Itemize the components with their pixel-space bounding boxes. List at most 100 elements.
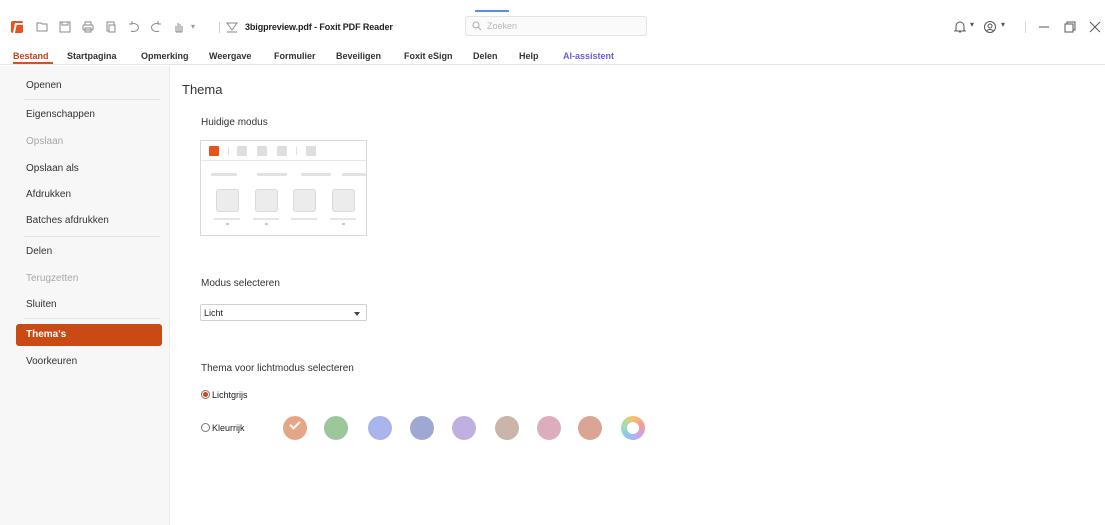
page-title: Thema — [182, 82, 223, 97]
preview-button — [257, 146, 267, 156]
bell-icon[interactable] — [953, 20, 967, 37]
sidebar-item-themas[interactable]: Thema's — [16, 324, 162, 346]
menu-bestand[interactable]: Bestand — [13, 51, 49, 61]
sidebar-item-eigenschappen[interactable]: Eigenschappen — [26, 109, 95, 120]
menu-foxit-esign[interactable]: Foxit eSign — [404, 51, 453, 61]
preview-card — [332, 189, 355, 212]
minimize-icon[interactable] — [1037, 20, 1051, 37]
color-swatch-green[interactable] — [324, 416, 348, 440]
search-accent-bar — [475, 10, 509, 12]
color-swatch-multicolor[interactable] — [621, 416, 645, 440]
sidebar-divider — [24, 99, 160, 100]
sidebar-item-afdrukken[interactable]: Afdrukken — [26, 189, 71, 200]
radio-lichtgrijs-label[interactable]: Lichtgrijs — [212, 390, 248, 400]
close-icon[interactable] — [1088, 20, 1102, 37]
menu-beveiligen[interactable]: Beveiligen — [336, 51, 381, 61]
color-swatch-lavender[interactable] — [452, 416, 476, 440]
print-icon[interactable] — [81, 20, 95, 34]
toolbar-divider — [219, 22, 220, 33]
chevron-down-icon[interactable]: ▾ — [188, 20, 198, 34]
preview-caption — [291, 218, 317, 220]
preview-divider — [296, 147, 297, 155]
title-bar: ▾ 3bigpreview.pdf - Foxit PDF Reader Zoe… — [0, 0, 1105, 46]
preview-chevron-icon — [226, 223, 229, 225]
copy-icon[interactable] — [104, 20, 118, 34]
preview-button — [277, 146, 287, 156]
color-swatch-slate-blue[interactable] — [410, 416, 434, 440]
preview-caption — [214, 218, 240, 220]
restore-icon[interactable] — [1063, 20, 1077, 37]
preview-chevron-icon — [265, 223, 268, 225]
menu-bar: Bestand Startpagina Opmerking Weergave F… — [0, 47, 1105, 65]
preview-line — [361, 173, 366, 176]
backstage-sidebar — [0, 66, 170, 525]
preview-chevron-icon — [342, 223, 345, 225]
menu-help[interactable]: Help — [519, 51, 539, 61]
search-input[interactable]: Zoeken — [465, 16, 647, 36]
preview-toolbar — [201, 141, 366, 161]
mode-select-value: Licht — [204, 308, 224, 318]
search-icon — [472, 21, 482, 34]
active-menu-indicator — [13, 62, 53, 64]
theme-preview — [200, 140, 367, 236]
sidebar-item-terugzetten: Terugzetten — [26, 273, 79, 284]
preview-button — [306, 146, 316, 156]
preview-line — [342, 173, 362, 176]
redo-icon[interactable] — [149, 20, 163, 34]
foxit-logo-icon — [11, 21, 23, 33]
hand-icon[interactable] — [172, 20, 186, 34]
preview-caption — [330, 218, 356, 220]
sidebar-divider — [24, 318, 160, 319]
search-placeholder: Zoeken — [487, 21, 518, 31]
preview-line — [257, 173, 287, 176]
menu-weergave[interactable]: Weergave — [209, 51, 251, 61]
color-swatch-pink[interactable] — [537, 416, 561, 440]
undo-icon[interactable] — [127, 20, 141, 34]
customize-icon[interactable] — [225, 20, 239, 34]
preview-card — [293, 189, 316, 212]
menu-ai-assistent[interactable]: AI-assistent — [563, 51, 614, 61]
chevron-down-icon[interactable]: ▾ — [970, 20, 974, 29]
radio-kleurrijk-label[interactable]: Kleurrijk — [212, 423, 245, 433]
select-mode-label: Modus selecteren — [201, 278, 280, 289]
window-controls-divider — [1025, 22, 1026, 33]
sidebar-item-delen[interactable]: Delen — [26, 246, 52, 257]
sidebar-item-opslaan-als[interactable]: Opslaan als — [26, 163, 79, 174]
sidebar-divider — [24, 236, 160, 237]
preview-line — [211, 173, 237, 176]
sidebar-item-openen[interactable]: Openen — [26, 80, 62, 91]
swatch-center — [627, 422, 639, 434]
radio-kleurrijk[interactable] — [201, 423, 210, 432]
color-swatch-taupe[interactable] — [495, 416, 519, 440]
color-swatch-peach[interactable] — [283, 416, 307, 440]
menu-opmerking[interactable]: Opmerking — [141, 51, 189, 61]
menu-delen[interactable]: Delen — [473, 51, 498, 61]
preview-card — [255, 189, 278, 212]
light-theme-label: Thema voor lichtmodus selecteren — [201, 363, 354, 374]
color-swatch-light-blue[interactable] — [368, 416, 392, 440]
preview-caption — [253, 218, 279, 220]
mode-select[interactable]: Licht — [200, 304, 367, 321]
preview-card — [216, 189, 239, 212]
menu-formulier[interactable]: Formulier — [274, 51, 316, 61]
preview-divider — [228, 147, 229, 155]
sidebar-item-batches-afdrukken[interactable]: Batches afdrukken — [26, 215, 109, 226]
sidebar-item-label: Thema's — [26, 329, 67, 340]
account-icon[interactable] — [983, 20, 997, 37]
radio-lichtgrijs[interactable] — [201, 390, 210, 399]
document-title: 3bigpreview.pdf - Foxit PDF Reader — [245, 22, 393, 32]
sidebar-item-opslaan: Opslaan — [26, 136, 64, 147]
preview-line — [301, 173, 331, 176]
sidebar-item-voorkeuren[interactable]: Voorkeuren — [26, 356, 77, 367]
preview-button — [237, 146, 247, 156]
current-mode-label: Huidige modus — [201, 117, 268, 128]
check-icon — [289, 418, 301, 430]
preview-logo-icon — [209, 146, 219, 156]
sidebar-item-sluiten[interactable]: Sluiten — [26, 299, 57, 310]
color-swatch-terracotta[interactable] — [578, 416, 602, 440]
open-icon[interactable] — [35, 20, 49, 34]
chevron-down-icon[interactable]: ▾ — [1001, 20, 1005, 29]
chevron-down-icon — [354, 312, 360, 316]
save-icon[interactable] — [58, 20, 72, 34]
menu-startpagina[interactable]: Startpagina — [67, 51, 117, 61]
